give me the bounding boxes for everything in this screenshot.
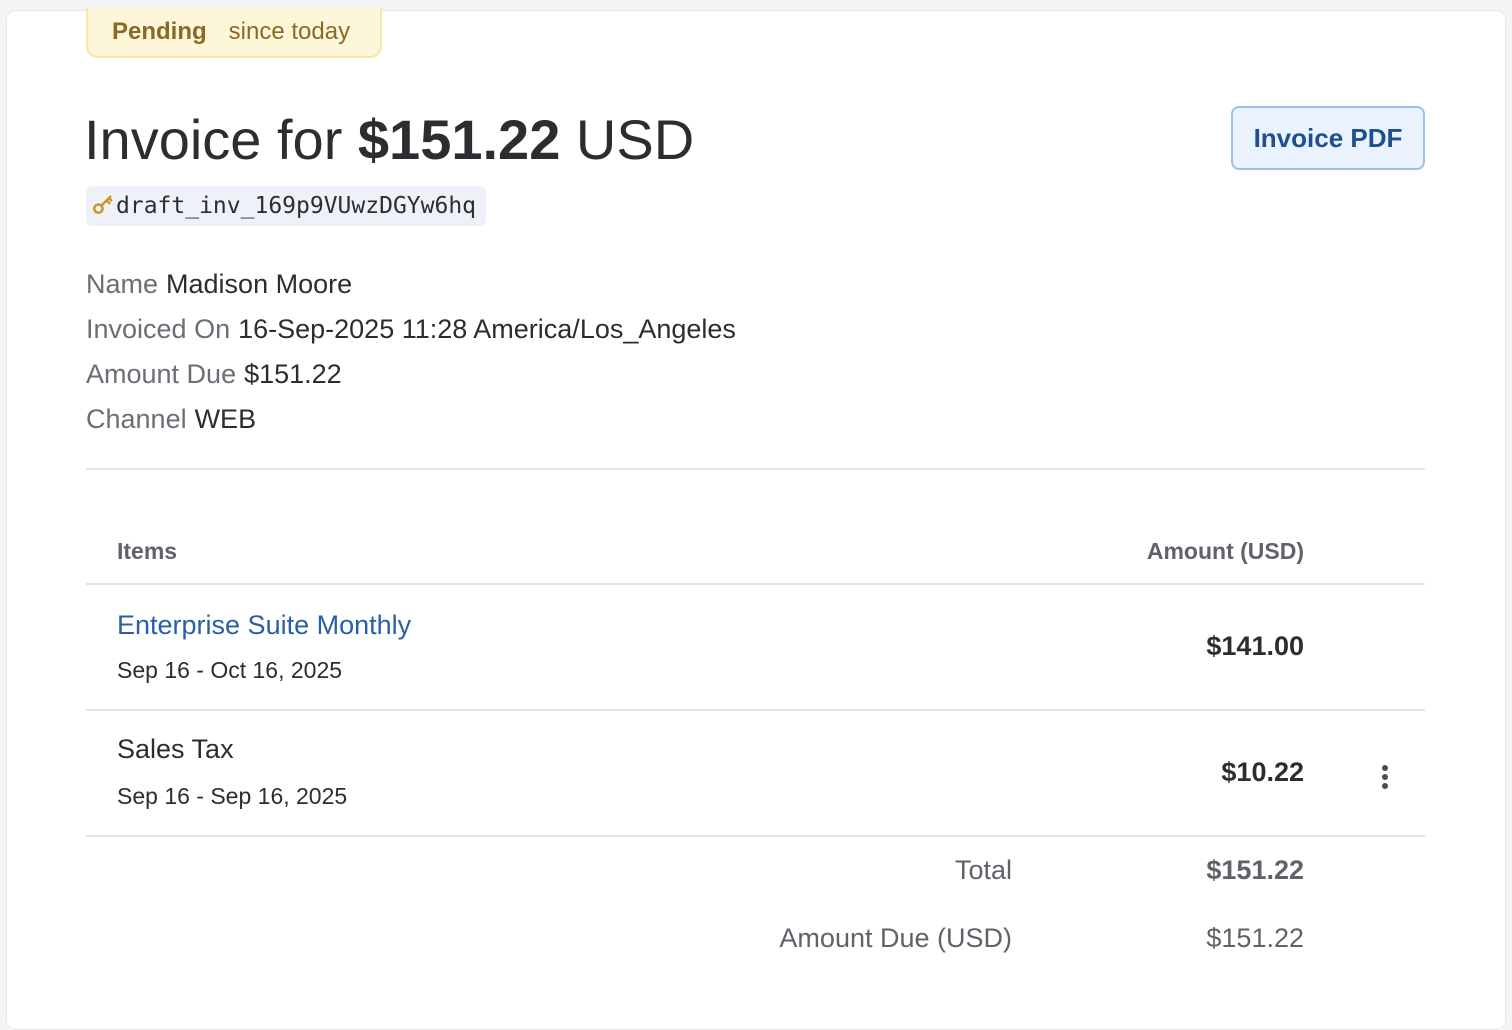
- title-amount: $151.22: [357, 108, 561, 171]
- detail-channel-label: Channel: [86, 404, 187, 434]
- section-divider: [86, 468, 1425, 470]
- column-header-items: Items: [117, 538, 178, 564]
- detail-invoiced-on: Invoiced On 16-Sep-2025 11:28 America/Los…: [86, 307, 736, 352]
- title-prefix: Invoice for: [84, 108, 343, 171]
- detail-channel: Channel WEB: [86, 397, 736, 442]
- invoice-id-chip[interactable]: draft_inv_169p9VUwzDGYw6hq: [86, 186, 487, 226]
- key-icon: [92, 193, 114, 220]
- line-item-amount: $141.00: [1206, 631, 1304, 661]
- table-row-divider: [86, 709, 1425, 711]
- detail-amount-due: Amount Due $151.22: [86, 352, 736, 397]
- line-item-period: Sep 16 - Oct 16, 2025: [117, 657, 343, 683]
- page-title: Invoice for $151.22 USD: [84, 106, 694, 174]
- line-item-period: Sep 16 - Sep 16, 2025: [117, 783, 348, 809]
- detail-due-label: Amount Due: [86, 359, 237, 389]
- detail-name-label: Name: [86, 269, 159, 299]
- line-item-link[interactable]: Enterprise Suite Monthly: [117, 610, 411, 641]
- status-since: since today: [228, 18, 351, 45]
- table-header-divider: [86, 583, 1425, 585]
- table-row-divider: [86, 835, 1425, 837]
- invoice-pdf-button[interactable]: Invoice PDF: [1231, 106, 1425, 170]
- column-header-amount: Amount (USD): [1146, 538, 1304, 564]
- amount-due-value: $151.22: [1206, 923, 1304, 953]
- more-options-icon[interactable]: [1372, 760, 1398, 794]
- total-label: Total: [954, 855, 1012, 885]
- detail-name: Name Madison Moore: [86, 262, 736, 307]
- line-item-title: Sales Tax: [117, 734, 234, 764]
- detail-invoiced-label: Invoiced On: [86, 314, 231, 344]
- invoice-details: Name Madison Moore Invoiced On 16-Sep-2025…: [86, 262, 736, 442]
- detail-due-value: $151.22: [244, 359, 342, 389]
- status-label: Pending: [112, 18, 207, 45]
- detail-name-value: Madison Moore: [166, 269, 353, 299]
- total-value: $151.22: [1206, 855, 1304, 885]
- invoice-id: draft_inv_169p9VUwzDGYw6hq: [116, 193, 477, 219]
- status-badge: Pending since today: [86, 8, 382, 58]
- line-item-amount: $10.22: [1221, 757, 1304, 787]
- detail-channel-value: WEB: [194, 404, 257, 434]
- amount-due-label: Amount Due (USD): [779, 923, 1012, 953]
- detail-invoiced-value: 16-Sep-2025 11:28 America/Los_Angeles: [238, 314, 736, 344]
- title-currency: USD: [575, 108, 695, 171]
